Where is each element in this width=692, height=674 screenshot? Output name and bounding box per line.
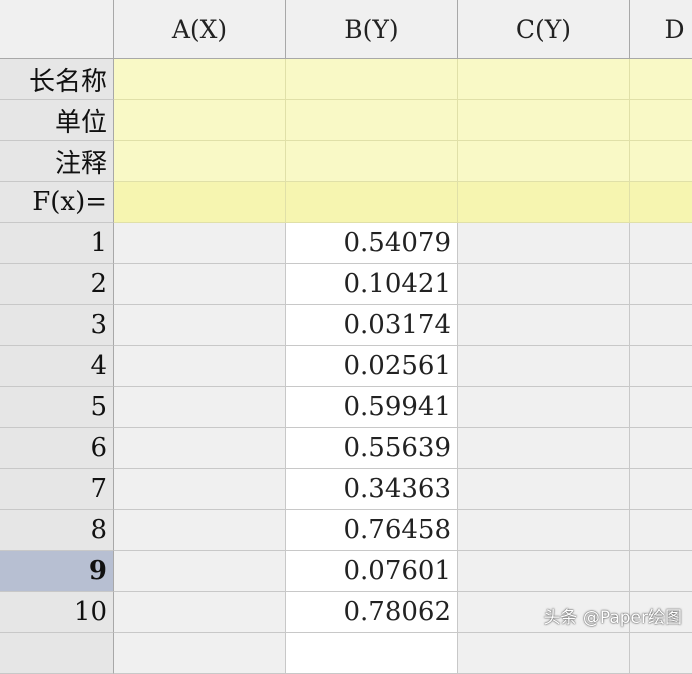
data-cell[interactable] — [114, 633, 286, 674]
data-cell-d[interactable] — [630, 551, 692, 592]
data-cell-d[interactable] — [630, 305, 692, 346]
data-cell-a[interactable] — [114, 305, 286, 346]
data-cell-b[interactable]: 0.55639 — [286, 428, 458, 469]
data-cell-a[interactable] — [114, 428, 286, 469]
data-cell-c[interactable] — [458, 223, 630, 264]
label-cell[interactable] — [458, 141, 630, 182]
label-cell[interactable] — [114, 100, 286, 141]
data-cell-a[interactable] — [114, 592, 286, 633]
data-cell-c[interactable] — [458, 551, 630, 592]
data-cell[interactable] — [286, 633, 458, 674]
label-row-header[interactable]: F(x)= — [0, 182, 114, 223]
data-cell-b[interactable]: 0.78062 — [286, 592, 458, 633]
label-row-header[interactable]: 长名称 — [0, 59, 114, 100]
data-cell-b[interactable]: 0.59941 — [286, 387, 458, 428]
label-cell[interactable] — [286, 182, 458, 223]
data-cell-b[interactable]: 0.03174 — [286, 305, 458, 346]
data-cell-d[interactable] — [630, 223, 692, 264]
label-cell[interactable] — [630, 141, 692, 182]
row-header[interactable]: 9 — [0, 551, 114, 592]
data-cell-b[interactable]: 0.07601 — [286, 551, 458, 592]
worksheet: A(X) B(Y) C(Y) D 长名称 单位 注释 F(x)= 1 0.54079 2 0.1042… — [0, 0, 692, 674]
data-cell-b[interactable]: 0.54079 — [286, 223, 458, 264]
row-header[interactable] — [0, 633, 114, 674]
label-cell[interactable] — [630, 182, 692, 223]
column-header-4[interactable]: D — [630, 0, 692, 59]
label-cell[interactable] — [458, 100, 630, 141]
data-cell-c[interactable] — [458, 428, 630, 469]
row-header[interactable]: 7 — [0, 469, 114, 510]
row-header[interactable]: 8 — [0, 510, 114, 551]
row-header[interactable]: 1 — [0, 223, 114, 264]
data-cell-d[interactable] — [630, 428, 692, 469]
label-cell[interactable] — [630, 100, 692, 141]
data-cell-a[interactable] — [114, 510, 286, 551]
data-cell-b[interactable]: 0.02561 — [286, 346, 458, 387]
data-cell-d[interactable] — [630, 264, 692, 305]
label-cell[interactable] — [114, 59, 286, 100]
column-header-1[interactable]: A(X) — [114, 0, 286, 59]
data-cell-a[interactable] — [114, 223, 286, 264]
label-row-header[interactable]: 单位 — [0, 100, 114, 141]
data-cell-c[interactable] — [458, 469, 630, 510]
label-cell[interactable] — [286, 59, 458, 100]
row-header[interactable]: 5 — [0, 387, 114, 428]
row-header[interactable]: 2 — [0, 264, 114, 305]
data-cell-c[interactable] — [458, 305, 630, 346]
label-cell[interactable] — [286, 141, 458, 182]
data-cell-c[interactable] — [458, 387, 630, 428]
row-header[interactable]: 10 — [0, 592, 114, 633]
data-cell[interactable] — [630, 633, 692, 674]
label-cell[interactable] — [286, 100, 458, 141]
row-header[interactable]: 4 — [0, 346, 114, 387]
data-cell-c[interactable] — [458, 346, 630, 387]
label-cell[interactable] — [458, 59, 630, 100]
select-all-corner[interactable] — [0, 0, 114, 59]
data-cell-b[interactable]: 0.10421 — [286, 264, 458, 305]
label-row-header[interactable]: 注释 — [0, 141, 114, 182]
data-cell[interactable] — [458, 633, 630, 674]
data-cell-d[interactable] — [630, 346, 692, 387]
row-header[interactable]: 6 — [0, 428, 114, 469]
watermark-text: 头条 @Paper绘图 — [543, 608, 682, 628]
data-cell-a[interactable] — [114, 387, 286, 428]
column-header-2[interactable]: B(Y) — [286, 0, 458, 59]
data-cell-c[interactable] — [458, 264, 630, 305]
column-header-3[interactable]: C(Y) — [458, 0, 630, 59]
data-cell-d[interactable] — [630, 387, 692, 428]
label-cell[interactable] — [114, 141, 286, 182]
data-cell-a[interactable] — [114, 469, 286, 510]
label-cell[interactable] — [114, 182, 286, 223]
data-cell-a[interactable] — [114, 551, 286, 592]
data-cell-b[interactable]: 0.76458 — [286, 510, 458, 551]
data-cell-b[interactable]: 0.34363 — [286, 469, 458, 510]
data-cell-d[interactable] — [630, 469, 692, 510]
label-cell[interactable] — [630, 59, 692, 100]
row-header[interactable]: 3 — [0, 305, 114, 346]
data-cell-d[interactable] — [630, 510, 692, 551]
data-cell-a[interactable] — [114, 346, 286, 387]
label-cell[interactable] — [458, 182, 630, 223]
data-cell-a[interactable] — [114, 264, 286, 305]
data-cell-c[interactable] — [458, 510, 630, 551]
